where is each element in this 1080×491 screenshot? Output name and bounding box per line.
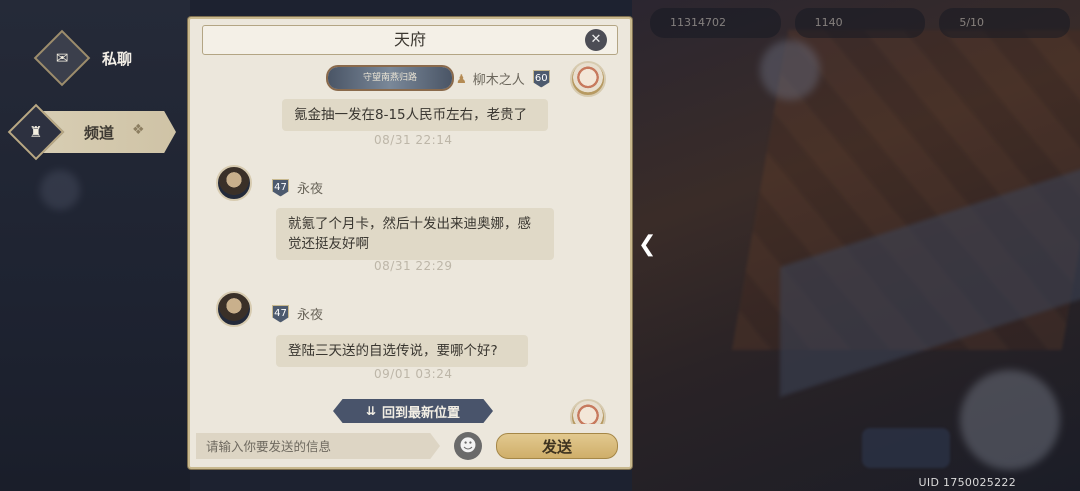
level-badge: 47 [272, 304, 289, 323]
panel-title: 天府 [393, 30, 426, 49]
background-blob [40, 170, 80, 210]
close-icon: ✕ [590, 32, 602, 47]
avatar[interactable] [570, 61, 606, 97]
message-list[interactable]: 守望南燕归路 ♟ 柳木之人 60 氪金抽一发在8-15人民币左右，老贵了 08/… [190, 59, 630, 424]
figure-icon: ♟ [456, 71, 467, 86]
avatar[interactable] [216, 291, 252, 327]
chat-message-input[interactable] [196, 433, 440, 459]
name-frame-badge: 守望南燕归路 [328, 67, 452, 89]
message-time: 09/01 03:24 [374, 367, 453, 381]
uid-label: UID 1750025222 [918, 476, 1016, 489]
message-sender-name: 永夜 [297, 182, 324, 197]
resource-item: 11314702 [650, 8, 781, 38]
resource-item: 5/10 [939, 8, 1071, 38]
smiley-icon: ☻ [459, 436, 477, 456]
tab-private-chat-label: 私聊 [102, 49, 133, 68]
background-anchor-blob [960, 370, 1060, 470]
jump-to-latest-button[interactable]: ⇊ 回到最新位置 [333, 399, 493, 423]
message-time: 08/31 22:14 [374, 133, 453, 147]
level-badge: 60 [532, 69, 550, 88]
panel-header: 天府 ✕ [202, 25, 618, 55]
background-sortie-button [862, 428, 950, 468]
message-sender-row: 47 永夜 [272, 304, 323, 323]
send-button[interactable]: 发送 [496, 433, 618, 459]
message-sender-row: 47 永夜 [272, 178, 323, 197]
avatar[interactable] [570, 399, 606, 424]
message-sender-name: 柳木之人 [472, 73, 525, 88]
resource-item: 1140 [794, 8, 926, 38]
message-sender-name: 永夜 [297, 308, 324, 323]
resource-bar: 11314702 1140 5/10 [650, 8, 1071, 38]
tab-private-chat[interactable]: ✉ 私聊 [33, 29, 133, 87]
message-bubble: 就氪了个月卡，然后十发出来迪奥娜，感觉还挺友好啊 [276, 208, 554, 260]
chat-bubble-icon: ✉ [33, 29, 91, 87]
jump-to-latest-label: 回到最新位置 [382, 405, 461, 421]
collapse-panel-arrow-icon[interactable]: ❮ [638, 233, 656, 257]
message-sender-row: ♟ 柳木之人 60 [456, 69, 558, 88]
tab-channel-label: 频道 [84, 124, 115, 142]
ornament-icon: ❖ [132, 122, 145, 138]
background-blob [760, 40, 820, 100]
message-time: 08/31 22:29 [374, 259, 453, 273]
avatar[interactable] [216, 165, 252, 201]
level-badge: 47 [272, 178, 289, 197]
close-button[interactable]: ✕ [585, 29, 607, 51]
chat-panel: 天府 ✕ 守望南燕归路 ♟ 柳木之人 60 氪金抽一发在8-15人民币左右，老贵… [188, 17, 632, 469]
tab-channel[interactable]: ♜ 频道 ❖ [7, 103, 176, 161]
double-chevron-down-icon: ⇊ [365, 404, 377, 418]
chat-input-row: ☻ 发送 [196, 432, 624, 461]
message-bubble: 登陆三天送的自选传说，要哪个好? [276, 335, 528, 367]
emoji-button[interactable]: ☻ [454, 432, 482, 460]
message-bubble: 氪金抽一发在8-15人民币左右，老贵了 [282, 99, 548, 131]
